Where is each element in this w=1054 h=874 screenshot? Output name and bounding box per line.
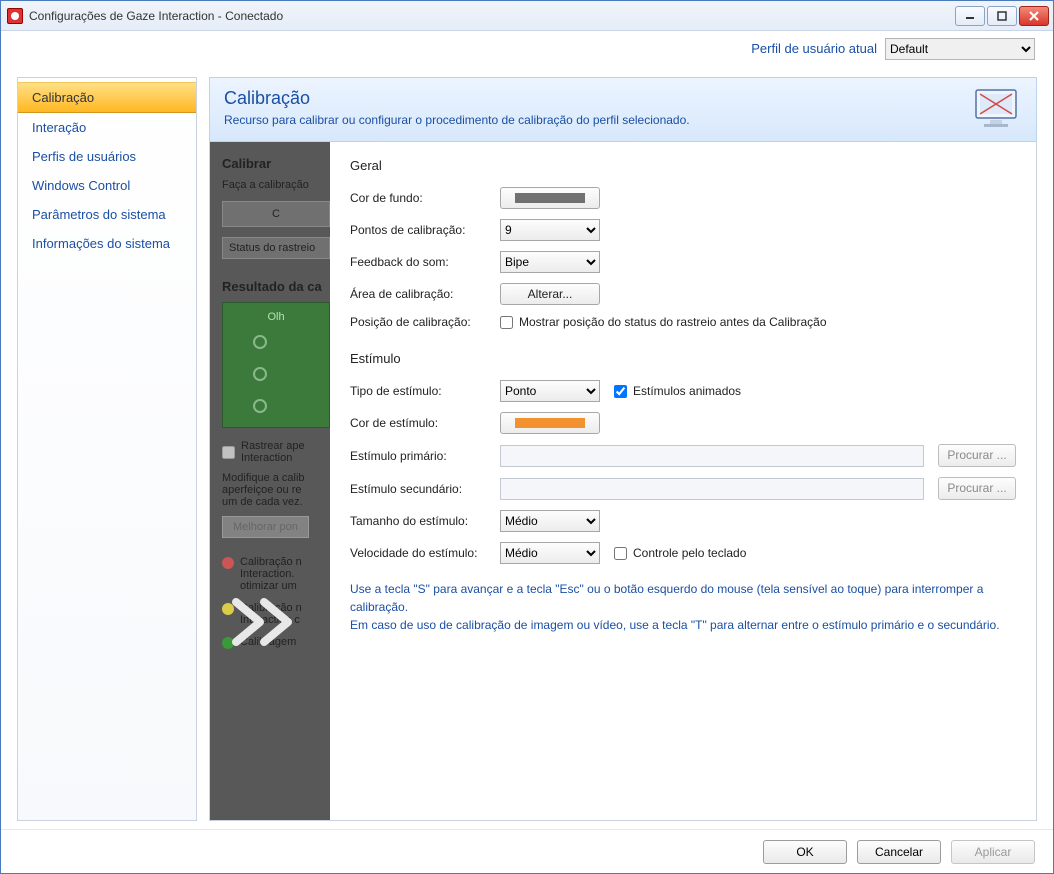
bp-calibrar-sub: Faça a calibração (222, 179, 330, 191)
monitor-icon (972, 86, 1026, 130)
bp-box-c: C (222, 201, 330, 227)
area-label: Área de calibração: (350, 287, 500, 301)
bp-melhorar-button: Melhorar pon (222, 516, 309, 538)
feedback-select[interactable]: Bipe (500, 251, 600, 273)
cancel-button[interactable]: Cancelar (857, 840, 941, 864)
back-panel: Calibrar Faça a calibração C Status do r… (210, 142, 330, 820)
animados-checkbox[interactable] (614, 385, 627, 398)
sidebar-item-informacoes[interactable]: Informações do sistema (18, 229, 196, 258)
profile-select[interactable]: Default (885, 38, 1035, 60)
bp-dot (253, 399, 267, 413)
tamanho-select[interactable]: Médio (500, 510, 600, 532)
sidebar-item-perfis[interactable]: Perfis de usuários (18, 142, 196, 171)
tipo-label: Tipo de estímulo: (350, 384, 500, 398)
sec-browse-button[interactable]: Procurar ... (938, 477, 1016, 500)
sidebar: Calibração Interação Perfis de usuários … (17, 77, 197, 821)
area-alterar-button[interactable]: Alterar... (500, 283, 600, 305)
bp-bullet-yellow: Calibração n Interaction c (222, 602, 330, 626)
prim-input[interactable] (500, 445, 924, 467)
maximize-icon (997, 11, 1007, 21)
apply-button[interactable]: Aplicar (951, 840, 1035, 864)
sidebar-item-parametros[interactable]: Parâmetros do sistema (18, 200, 196, 229)
teclado-label: Controle pelo teclado (633, 546, 746, 560)
footer: OK Cancelar Aplicar (1, 829, 1053, 873)
feedback-label: Feedback do som: (350, 255, 500, 269)
page-title: Calibração (224, 88, 946, 109)
bp-calibrar-title: Calibrar (222, 156, 330, 171)
prim-label: Estímulo primário: (350, 449, 500, 463)
prim-browse-button[interactable]: Procurar ... (938, 444, 1016, 467)
sidebar-item-windows-control[interactable]: Windows Control (18, 171, 196, 200)
bp-bullet-red: Calibração n Interaction. otimizar um (222, 556, 330, 592)
sec-input[interactable] (500, 478, 924, 500)
section-estimulo-title: Estímulo (350, 351, 1016, 366)
profile-label: Perfil de usuário atual (751, 41, 877, 56)
maximize-button[interactable] (987, 6, 1017, 26)
bp-dot (253, 335, 267, 349)
sidebar-item-calibracao[interactable]: Calibração (18, 82, 196, 113)
pos-check-label: Mostrar posição do status do rastreio an… (519, 315, 827, 329)
veloc-select[interactable]: Médio (500, 542, 600, 564)
cor-fundo-label: Cor de fundo: (350, 191, 500, 205)
cor-estimulo-swatch (515, 418, 585, 428)
page-header: Calibração Recurso para calibrar ou conf… (209, 77, 1037, 142)
pontos-label: Pontos de calibração: (350, 223, 500, 237)
content: Calibração Recurso para calibrar ou conf… (209, 77, 1037, 821)
bp-dot (253, 367, 267, 381)
cor-fundo-button[interactable] (500, 187, 600, 209)
pos-checkbox[interactable] (500, 316, 513, 329)
sidebar-item-interacao[interactable]: Interação (18, 113, 196, 142)
ok-button[interactable]: OK (763, 840, 847, 864)
section-geral-title: Geral (350, 158, 1016, 173)
minimize-icon (965, 11, 975, 21)
bp-resultado-title: Resultado da ca (222, 279, 330, 294)
app-icon (7, 8, 23, 24)
bp-green-area: Olh (222, 302, 330, 428)
bp-bullet-green: Calibragem (222, 636, 330, 649)
titlebar[interactable]: Configurações de Gaze Interaction - Cone… (1, 1, 1053, 31)
minimize-button[interactable] (955, 6, 985, 26)
app-window: Configurações de Gaze Interaction - Cone… (0, 0, 1054, 874)
bp-box-status: Status do rastreio (222, 237, 330, 259)
veloc-label: Velocidade do estímulo: (350, 546, 500, 560)
main-area: Calibração Interação Perfis de usuários … (1, 67, 1053, 829)
pontos-select[interactable]: 9 (500, 219, 600, 241)
tipo-select[interactable]: Ponto (500, 380, 600, 402)
sec-label: Estímulo secundário: (350, 482, 500, 496)
animados-label: Estímulos animados (633, 384, 741, 398)
bp-check-rastrear: Rastrear ape Interaction (222, 440, 330, 464)
bp-olho-label: Olh (229, 311, 323, 323)
form-panel: Geral Cor de fundo: Pontos de calibração… (330, 142, 1036, 820)
profile-bar: Perfil de usuário atual Default (1, 31, 1053, 67)
teclado-checkbox[interactable] (614, 547, 627, 560)
cor-estimulo-label: Cor de estímulo: (350, 416, 500, 430)
body-wrap: Calibrar Faça a calibração C Status do r… (209, 142, 1037, 821)
tamanho-label: Tamanho do estímulo: (350, 514, 500, 528)
pos-label: Posição de calibração: (350, 315, 500, 329)
window-title: Configurações de Gaze Interaction - Cone… (29, 9, 955, 23)
close-button[interactable] (1019, 6, 1049, 26)
note-text: Use a tecla "S" para avançar e a tecla "… (350, 580, 1016, 634)
cor-fundo-swatch (515, 193, 585, 203)
close-icon (1029, 11, 1039, 21)
page-description: Recurso para calibrar ou configurar o pr… (224, 113, 946, 127)
cor-estimulo-button[interactable] (500, 412, 600, 434)
